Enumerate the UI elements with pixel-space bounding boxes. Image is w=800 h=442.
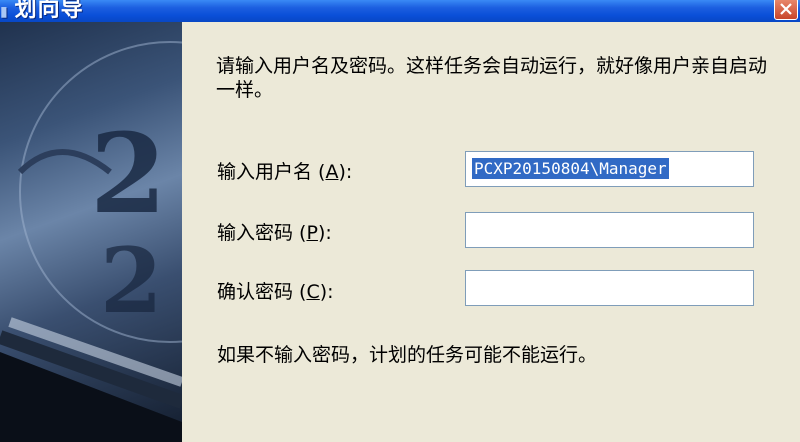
title-bar[interactable]: 划向导 <box>0 0 800 22</box>
svg-text:2: 2 <box>100 228 163 334</box>
password-warning-note: 如果不输入密码，计划的任务可能不能运行。 <box>217 344 598 366</box>
confirm-password-input[interactable] <box>465 270 754 306</box>
username-label: 输入用户名 (A): <box>217 161 353 183</box>
password-label: 输入密码 (P): <box>217 222 332 244</box>
username-input[interactable]: PCXP20150804\Manager <box>465 151 754 187</box>
username-value: PCXP20150804\Manager <box>472 158 669 179</box>
wizard-side-image: 2 2 <box>0 22 182 442</box>
confirm-password-label: 确认密码 (C): <box>217 281 334 303</box>
window-title: 划向导 <box>0 0 84 22</box>
password-input[interactable] <box>465 212 754 248</box>
instruction-text: 请输入用户名及密码。这样任务会自动运行，就好像用户亲自启动一样。 <box>216 55 768 101</box>
close-icon <box>780 3 792 15</box>
svg-text:2: 2 <box>90 109 167 238</box>
close-button[interactable] <box>774 0 798 20</box>
